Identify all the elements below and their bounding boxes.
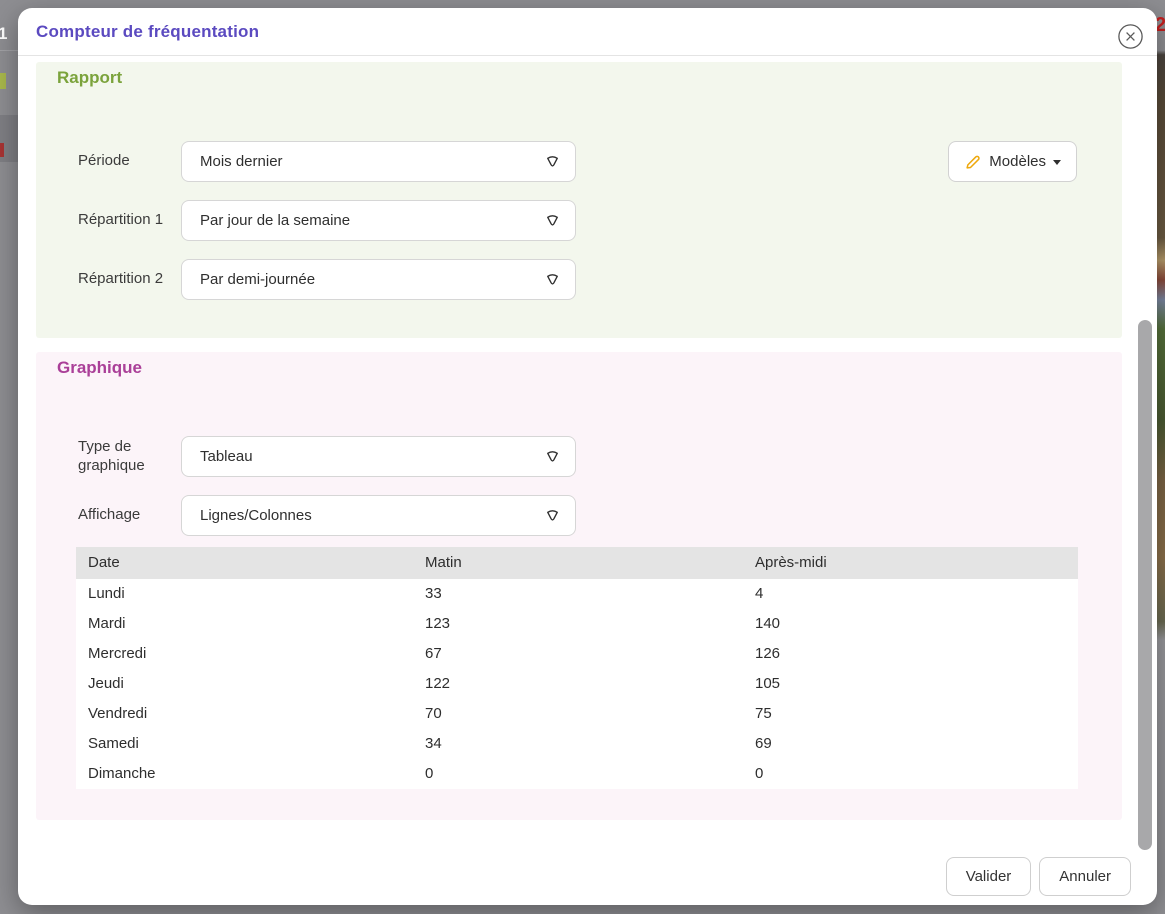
table-cell: 75 <box>743 699 1078 729</box>
graphique-heading: Graphique <box>57 358 142 378</box>
repartition2-value: Par demi-journée <box>200 271 315 288</box>
background-green-fragment <box>0 73 6 89</box>
table-header-cell: Matin <box>413 547 743 579</box>
table-cell: Samedi <box>76 729 413 759</box>
chevron-down-icon <box>544 153 561 170</box>
dialog-footer: Valider Annuler <box>946 857 1131 896</box>
table-header-cell: Date <box>76 547 413 579</box>
table-row: Lundi334 <box>76 579 1078 609</box>
dialog-body: Rapport Période Mois dernier Répartition… <box>18 56 1157 904</box>
background-red-fragment <box>0 143 4 157</box>
repartition1-label: Répartition 1 <box>78 211 181 230</box>
table-row: Mercredi67126 <box>76 639 1078 669</box>
table-cell: 0 <box>413 759 743 789</box>
affichage-value: Lignes/Colonnes <box>200 507 312 524</box>
section-rapport: Rapport Période Mois dernier Répartition… <box>36 62 1122 338</box>
field-row-periode: Période Mois dernier <box>78 141 576 182</box>
table-header-cell: Après-midi <box>743 547 1078 579</box>
validate-button[interactable]: Valider <box>946 857 1032 896</box>
table-row: Vendredi7075 <box>76 699 1078 729</box>
cancel-button[interactable]: Annuler <box>1039 857 1131 896</box>
frequentation-dialog: Compteur de fréquentation Rapport Périod… <box>18 8 1157 905</box>
table-cell: 4 <box>743 579 1078 609</box>
field-row-repartition2: Répartition 2 Par demi-journée <box>78 259 576 300</box>
table-cell: Lundi <box>76 579 413 609</box>
field-row-repartition1: Répartition 1 Par jour de la semaine <box>78 200 576 241</box>
table-cell: 33 <box>413 579 743 609</box>
field-row-type-graphique: Type de graphique Tableau <box>78 436 576 477</box>
chevron-down-icon <box>544 212 561 229</box>
pencil-icon <box>964 153 982 171</box>
repartition1-value: Par jour de la semaine <box>200 212 350 229</box>
section-graphique: Graphique Type de graphique Tableau Affi… <box>36 352 1122 820</box>
affichage-select[interactable]: Lignes/Colonnes <box>181 495 576 536</box>
models-button-label: Modèles <box>989 153 1046 170</box>
table-cell: Jeudi <box>76 669 413 699</box>
type-graphique-label: Type de graphique <box>78 438 181 476</box>
table-cell: 70 <box>413 699 743 729</box>
scrollbar-thumb[interactable] <box>1138 320 1152 850</box>
table-cell: 126 <box>743 639 1078 669</box>
repartition2-select[interactable]: Par demi-journée <box>181 259 576 300</box>
rapport-heading: Rapport <box>57 68 122 88</box>
chevron-down-icon <box>544 507 561 524</box>
background-page-fragment: 1 <box>0 24 7 44</box>
table-row: Samedi3469 <box>76 729 1078 759</box>
caret-down-icon <box>1053 160 1061 165</box>
table-cell: Dimanche <box>76 759 413 789</box>
table-cell: 69 <box>743 729 1078 759</box>
periode-select[interactable]: Mois dernier <box>181 141 576 182</box>
table-cell: Mercredi <box>76 639 413 669</box>
report-table: DateMatinAprès-midiLundi334Mardi123140Me… <box>76 547 1078 789</box>
dialog-title: Compteur de fréquentation <box>36 22 259 42</box>
table-cell: Vendredi <box>76 699 413 729</box>
table-cell: 140 <box>743 609 1078 639</box>
periode-value: Mois dernier <box>200 153 283 170</box>
background-photo-fragment <box>1157 0 1165 914</box>
table-cell: 34 <box>413 729 743 759</box>
field-row-affichage: Affichage Lignes/Colonnes <box>78 495 576 536</box>
affichage-label: Affichage <box>78 506 181 525</box>
type-graphique-value: Tableau <box>200 448 253 465</box>
table-cell: 122 <box>413 669 743 699</box>
table-cell: 0 <box>743 759 1078 789</box>
background-divider-fragment <box>0 50 18 51</box>
table-cell: Mardi <box>76 609 413 639</box>
dialog-header: Compteur de fréquentation <box>18 8 1157 56</box>
models-button[interactable]: Modèles <box>948 141 1077 182</box>
table-cell: 123 <box>413 609 743 639</box>
close-icon <box>1117 38 1144 53</box>
close-button[interactable] <box>1117 23 1144 50</box>
chevron-down-icon <box>544 448 561 465</box>
table-row: Dimanche00 <box>76 759 1078 789</box>
table-cell: 67 <box>413 639 743 669</box>
table-row: Mardi123140 <box>76 609 1078 639</box>
repartition1-select[interactable]: Par jour de la semaine <box>181 200 576 241</box>
type-graphique-select[interactable]: Tableau <box>181 436 576 477</box>
periode-label: Période <box>78 152 181 171</box>
repartition2-label: Répartition 2 <box>78 270 181 289</box>
table-row: Jeudi122105 <box>76 669 1078 699</box>
chevron-down-icon <box>544 271 561 288</box>
table-header-row: DateMatinAprès-midi <box>76 547 1078 579</box>
table-cell: 105 <box>743 669 1078 699</box>
